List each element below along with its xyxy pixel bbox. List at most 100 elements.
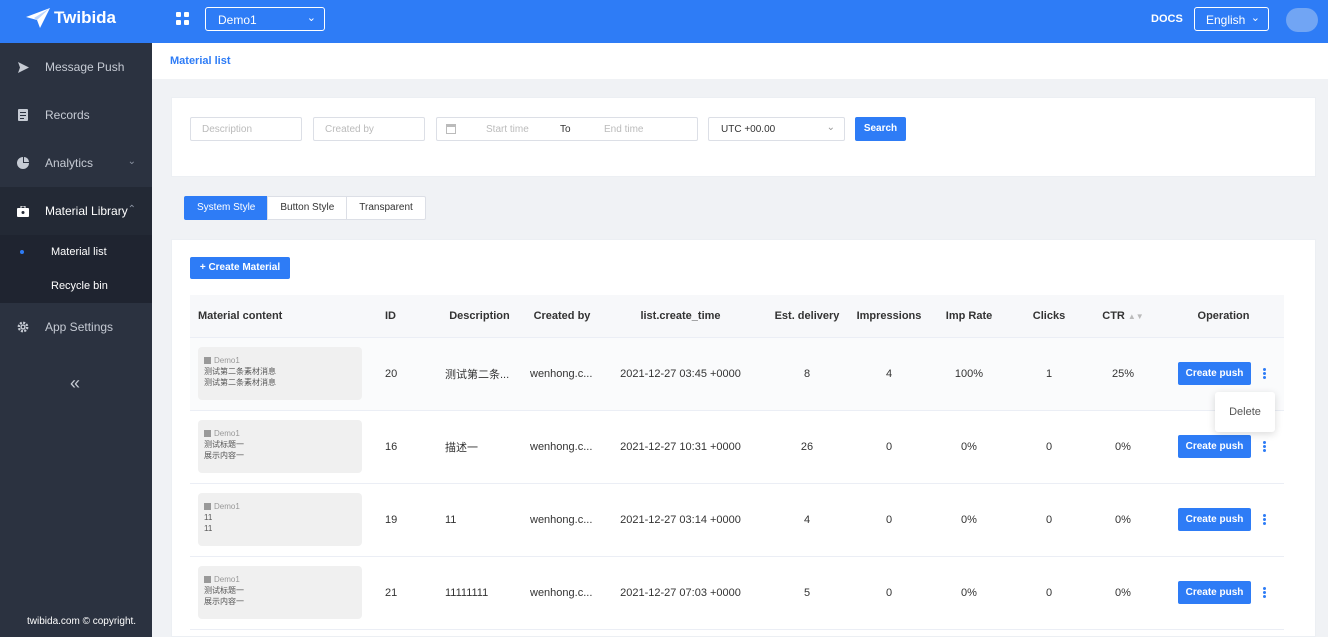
sidebar-item-message-push[interactable]: Message Push bbox=[0, 43, 152, 91]
more-vertical-icon[interactable] bbox=[1263, 440, 1269, 453]
create-push-button[interactable]: Create push bbox=[1178, 581, 1251, 604]
more-vertical-icon[interactable] bbox=[1263, 513, 1269, 526]
tab-system-style[interactable]: System Style bbox=[184, 196, 269, 220]
sidebar: Message Push Records Analytics ⌄ Materia… bbox=[0, 43, 152, 637]
cell-est-delivery: 4 bbox=[759, 483, 855, 557]
preview-body: 11 bbox=[204, 524, 213, 533]
app-select-value: Demo1 bbox=[218, 13, 257, 27]
tab-transparent[interactable]: Transparent bbox=[346, 196, 426, 220]
table-row: Demo1 测试标题一 展示内容一 21 11111111 wenhong.c... 202… bbox=[190, 556, 1284, 630]
cell-clicks: 1 bbox=[1015, 337, 1083, 411]
timezone-select[interactable]: UTC +00.00 ⌄ bbox=[708, 117, 845, 141]
create-push-button[interactable]: Create push bbox=[1178, 362, 1251, 385]
sidebar-item-app-settings[interactable]: App Settings bbox=[0, 303, 152, 351]
sidebar-item-records[interactable]: Records bbox=[0, 91, 152, 139]
cell-imp-rate: 100% bbox=[923, 337, 1015, 411]
docs-link[interactable]: DOCS bbox=[1151, 13, 1183, 25]
preview-app-name: Demo1 bbox=[214, 356, 240, 365]
copyright-text: twibida.com © copyright. bbox=[27, 616, 137, 627]
material-table: Material content ID Description Created … bbox=[190, 295, 1284, 630]
delete-menu-item[interactable]: Delete bbox=[1229, 406, 1261, 418]
create-material-button[interactable]: + Create Material bbox=[190, 257, 290, 279]
cell-create-time: 2021-12-27 03:14 +0000 bbox=[602, 483, 759, 557]
cell-id: 19 bbox=[377, 483, 437, 557]
cell-id: 16 bbox=[377, 410, 437, 484]
preview-app-name: Demo1 bbox=[214, 575, 240, 584]
more-vertical-icon[interactable] bbox=[1263, 586, 1269, 599]
created-by-input[interactable]: Created by bbox=[313, 117, 425, 141]
chevron-down-icon: ⌄ bbox=[306, 12, 316, 24]
sort-icon[interactable]: ▲▼ bbox=[1128, 312, 1144, 321]
cell-ctr: 25% bbox=[1083, 337, 1163, 411]
cell-material-content: Demo1 测试第二条素材消息 测试第二条素材消息 bbox=[190, 337, 377, 411]
collapse-sidebar-icon[interactable]: « bbox=[70, 373, 80, 394]
cell-create-time: 2021-12-27 10:31 +0000 bbox=[602, 410, 759, 484]
cell-created-by: wenhong.c... bbox=[522, 337, 602, 411]
sidebar-item-label: Analytics bbox=[45, 156, 94, 170]
cell-id: 21 bbox=[377, 556, 437, 630]
avatar[interactable] bbox=[1286, 8, 1318, 32]
col-created-by: Created by bbox=[522, 295, 602, 338]
create-push-button[interactable]: Create push bbox=[1178, 508, 1251, 531]
material-list-panel: + Create Material Material content ID De… bbox=[171, 239, 1316, 637]
material-preview[interactable]: Demo1 11 11 bbox=[198, 493, 362, 546]
brand-logo[interactable]: Twibida bbox=[26, 8, 116, 28]
calendar-icon bbox=[446, 124, 456, 134]
material-preview[interactable]: Demo1 测试第二条素材消息 测试第二条素材消息 bbox=[198, 347, 362, 400]
document-icon bbox=[17, 109, 29, 121]
filter-panel: Description Created by Start time To End… bbox=[171, 97, 1316, 177]
preview-app: Demo1 bbox=[204, 574, 356, 585]
material-preview[interactable]: Demo1 测试标题一 展示内容一 bbox=[198, 566, 362, 619]
language-select[interactable]: English ⌄ bbox=[1194, 7, 1269, 31]
send-icon bbox=[17, 61, 29, 73]
chevron-down-icon: ⌄ bbox=[826, 122, 835, 133]
page-title: Material list bbox=[170, 55, 231, 67]
sidebar-item-recycle-bin[interactable]: Recycle bin bbox=[0, 269, 152, 303]
cell-impressions: 0 bbox=[855, 556, 923, 630]
col-ctr[interactable]: CTR ▲▼ bbox=[1083, 295, 1163, 338]
top-bar: Twibida Demo1 ⌄ DOCS English ⌄ bbox=[0, 0, 1328, 43]
gear-icon bbox=[17, 321, 29, 333]
cell-description: 测试第二条... bbox=[437, 337, 522, 411]
cell-est-delivery: 26 bbox=[759, 410, 855, 484]
chevron-up-icon: ⌃ bbox=[127, 204, 136, 215]
search-button[interactable]: Search bbox=[855, 117, 906, 141]
start-time-input[interactable]: Start time bbox=[486, 124, 529, 135]
pie-chart-icon bbox=[17, 157, 29, 169]
col-ctr-label: CTR bbox=[1102, 309, 1125, 322]
col-operation: Operation bbox=[1163, 295, 1284, 338]
cell-imp-rate: 0% bbox=[923, 556, 1015, 630]
table-row: Demo1 测试标题一 展示内容一 16 描述一 wenhong.c... 2021-12-… bbox=[190, 410, 1284, 484]
more-actions-dropdown: Delete bbox=[1215, 392, 1275, 432]
description-input[interactable]: Description bbox=[190, 117, 302, 141]
sidebar-item-material-list[interactable]: Material list bbox=[0, 235, 152, 269]
apps-grid-icon[interactable] bbox=[176, 12, 189, 25]
cell-impressions: 0 bbox=[855, 410, 923, 484]
app-icon bbox=[204, 430, 211, 437]
sidebar-item-label: Message Push bbox=[45, 60, 125, 74]
col-impressions: Impressions bbox=[855, 295, 923, 338]
preview-app-name: Demo1 bbox=[214, 429, 240, 438]
cell-imp-rate: 0% bbox=[923, 410, 1015, 484]
more-vertical-icon[interactable] bbox=[1263, 367, 1269, 380]
cell-clicks: 0 bbox=[1015, 483, 1083, 557]
date-range-picker[interactable]: Start time To End time bbox=[436, 117, 698, 141]
preview-app: Demo1 bbox=[204, 501, 356, 512]
col-id: ID bbox=[377, 295, 437, 338]
sidebar-item-analytics[interactable]: Analytics ⌄ bbox=[0, 139, 152, 187]
create-push-button[interactable]: Create push bbox=[1178, 435, 1251, 458]
preview-app: Demo1 bbox=[204, 355, 356, 366]
end-time-input[interactable]: End time bbox=[604, 124, 643, 135]
table-row: Demo1 测试第二条素材消息 测试第二条素材消息 20 测试第二条... wenhong… bbox=[190, 337, 1284, 411]
material-preview[interactable]: Demo1 测试标题一 展示内容一 bbox=[198, 420, 362, 473]
cell-impressions: 4 bbox=[855, 337, 923, 411]
preview-body: 展示内容一 bbox=[204, 451, 244, 460]
tab-button-style[interactable]: Button Style bbox=[267, 196, 348, 220]
cell-created-by: wenhong.c... bbox=[522, 410, 602, 484]
brand-name: Twibida bbox=[54, 8, 117, 27]
cell-created-by: wenhong.c... bbox=[522, 483, 602, 557]
cell-ctr: 0% bbox=[1083, 410, 1163, 484]
app-select[interactable]: Demo1 ⌄ bbox=[205, 7, 325, 31]
sidebar-item-material-library[interactable]: Material Library ⌃ bbox=[0, 187, 152, 235]
style-tabs: System Style Button Style Transparent bbox=[184, 196, 426, 220]
